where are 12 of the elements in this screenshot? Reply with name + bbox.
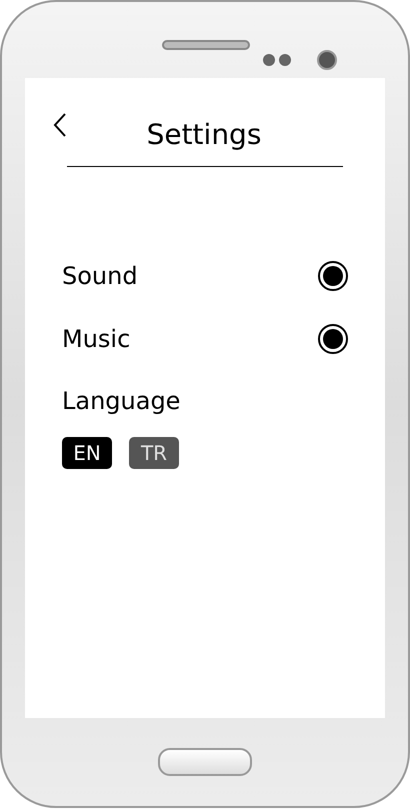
language-button[interactable]: TR (129, 437, 179, 469)
camera-icon (317, 50, 337, 70)
sensor-icon (263, 54, 293, 66)
page-title: Settings (146, 117, 262, 153)
radio-button[interactable] (318, 260, 348, 290)
home-button[interactable] (158, 748, 252, 776)
back-icon (53, 112, 67, 138)
language-label: Language (62, 387, 180, 415)
setting-label: Music (62, 324, 130, 354)
radio-button[interactable] (318, 324, 348, 354)
language-button[interactable]: EN (62, 437, 112, 469)
setting-label: Sound (62, 260, 138, 292)
